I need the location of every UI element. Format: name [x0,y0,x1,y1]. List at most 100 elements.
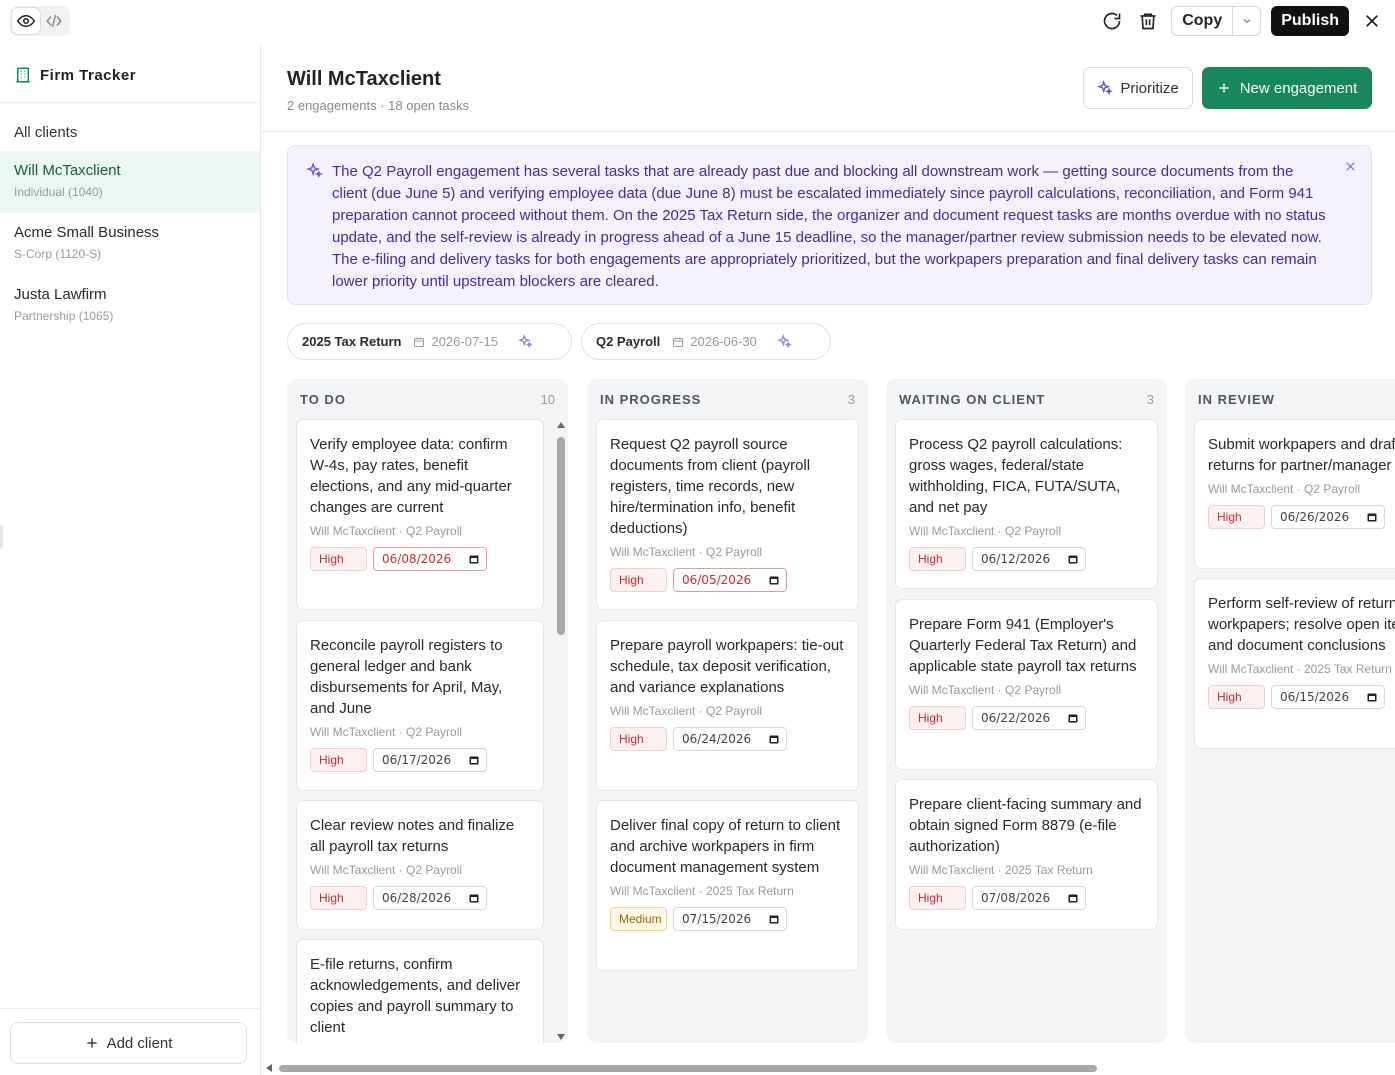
add-client-button[interactable]: Add client [10,1022,247,1064]
scroll-left-arrow-icon[interactable] [265,1063,273,1073]
task-card[interactable]: Verify employee data: confirm W-4s, pay … [296,419,544,610]
sparkle-icon[interactable] [517,334,533,349]
close-button[interactable] [1359,8,1385,34]
calendar-icon [769,915,779,924]
column-scrollbar[interactable] [555,421,565,1043]
task-card[interactable]: E-file returns, confirm acknowledgements… [296,939,544,1043]
brand: Firm Tracker [14,64,136,86]
task-controls: High 06/26/2026 [1208,505,1395,529]
task-title: Clear review notes and finalize all payr… [310,817,515,855]
calendar-icon [414,337,425,347]
due-date-input[interactable]: 07/15/2026 [673,907,787,931]
due-date-input[interactable]: 06/26/2026 [1271,505,1385,529]
due-date-input[interactable]: 06/08/2026 [373,547,487,571]
client-type: S-Corp (1120-S) [14,247,102,261]
task-card[interactable]: Reconcile payroll registers to general l… [296,620,544,791]
calendar-icon [1367,513,1377,522]
task-meta: Will McTaxclient · Q2 Payroll [909,683,1062,697]
task-title: Process Q2 payroll calculations: gross w… [909,436,1123,516]
task-controls: High 06/12/2026 [909,547,1144,571]
page-title: Will McTaxclient [287,68,441,90]
new-engagement-button[interactable]: New engagement [1202,67,1372,109]
column-in-review: IN REVIEW Submit workpapers and draft re… [1185,379,1395,1043]
client-item-acme-small-business[interactable]: Acme Small Business S-Corp (1120-S) [0,213,260,275]
client-item-justa-lawfirm[interactable]: Justa Lawfirm Partnership (1065) [0,275,260,337]
task-card[interactable]: Submit workpapers and draft returns for … [1194,419,1395,569]
refresh-button[interactable] [1099,8,1125,34]
ai-prioritization-banner: The Q2 Payroll engagement has several ta… [287,145,1372,305]
task-title: Request Q2 payroll source documents from… [610,436,811,537]
due-date-input[interactable]: 06/15/2026 [1271,685,1385,709]
due-date-input[interactable]: 07/08/2026 [972,886,1086,910]
priority-select[interactable]: High [1208,505,1265,529]
chevron-down-icon [1243,19,1251,24]
all-clients-link[interactable]: All clients [14,124,77,141]
column-in-progress: IN PROGRESS 3 Request Q2 payroll source … [587,379,868,1043]
task-card[interactable]: Request Q2 payroll source documents from… [596,419,859,610]
scroll-down-arrow-icon[interactable] [556,1033,566,1041]
task-controls: Medium 07/15/2026 [610,907,845,931]
task-card[interactable]: Process Q2 payroll calculations: gross w… [895,419,1158,589]
publish-button[interactable]: Publish [1271,6,1349,36]
preview-mode-button[interactable] [12,8,40,34]
copy-dropdown-button[interactable] [1232,7,1260,35]
task-controls: High 07/08/2026 [909,886,1144,910]
priority-select[interactable]: High [310,547,367,571]
prioritize-label: Prioritize [1120,79,1179,97]
new-engagement-label: New engagement [1239,79,1358,97]
priority-select[interactable]: High [909,706,966,730]
engagement-due-date: 2026-06-30 [690,334,757,349]
trash-icon [1140,13,1156,30]
scroll-up-arrow-icon[interactable] [556,421,566,429]
due-date-input[interactable]: 06/24/2026 [673,727,787,751]
client-type: Individual (1040) [14,185,103,199]
due-date-input[interactable]: 06/12/2026 [972,547,1086,571]
task-card[interactable]: Prepare client-facing summary and obtain… [895,779,1158,930]
column-todo: TO DO 10 Verify employee data: confirm W… [287,379,568,1043]
priority-select[interactable]: High [1208,685,1265,709]
board-horizontal-scrollbar[interactable] [261,1061,1395,1075]
due-date-input[interactable]: 06/22/2026 [972,706,1086,730]
engagement-tab-q2-payroll[interactable]: Q2 Payroll 2026-06-30 [580,323,831,360]
task-controls: High 06/05/2026 [610,568,845,592]
task-title: Prepare Form 941 (Employer's Quarterly F… [909,616,1137,675]
task-title: Prepare client-facing summary and obtain… [909,796,1142,855]
priority-select[interactable]: Medium [610,907,667,931]
view-toggle [10,6,70,36]
priority-select[interactable]: High [310,886,367,910]
delete-button[interactable] [1135,8,1161,34]
top-bar: Copy Publish [0,0,1395,44]
dismiss-banner-icon[interactable] [1344,160,1357,173]
due-date-input[interactable]: 06/17/2026 [373,748,487,772]
engagement-tabs: 2025 Tax Return 2026-07-15 Q2 Payroll 20… [287,323,831,360]
task-meta: Will McTaxclient · Q2 Payroll [1208,482,1361,496]
scrollbar-thumb[interactable] [279,1065,1097,1072]
due-date-input[interactable]: 06/05/2026 [673,568,787,592]
task-card[interactable]: Deliver final copy of return to client a… [596,800,859,971]
client-name: Will McTaxclient [14,162,121,179]
engagement-tab-2025-tax-return[interactable]: 2025 Tax Return 2026-07-15 [287,323,572,360]
column-title: IN PROGRESS [600,392,702,407]
task-meta: Will McTaxclient · Q2 Payroll [610,545,763,559]
priority-select[interactable]: High [610,568,667,592]
copy-button[interactable]: Copy [1172,7,1232,35]
sparkle-icon[interactable] [776,334,792,349]
priority-select[interactable]: High [909,886,966,910]
task-card[interactable]: Prepare Form 941 (Employer's Quarterly F… [895,599,1158,770]
task-card[interactable]: Prepare payroll workpapers: tie-out sche… [596,620,859,791]
due-date-input[interactable]: 06/28/2026 [373,886,487,910]
column-header: IN PROGRESS 3 [600,392,855,407]
due-date-value: 06/05/2026 [682,573,752,587]
task-card[interactable]: Perform self-review of return and workpa… [1194,578,1395,749]
priority-select[interactable]: High [610,727,667,751]
column-count: 3 [847,392,855,407]
code-mode-button[interactable] [40,8,68,34]
priority-select[interactable]: High [310,748,367,772]
prioritize-button[interactable]: Prioritize [1083,67,1193,109]
task-card[interactable]: Clear review notes and finalize all payr… [296,800,544,930]
scrollbar-thumb[interactable] [557,437,565,635]
client-item-will-mctaxclient[interactable]: Will McTaxclient Individual (1040) [0,151,260,213]
sidebar-resize-handle[interactable] [0,525,3,549]
sidebar-bottom-divider [0,1008,260,1009]
priority-select[interactable]: High [909,547,966,571]
